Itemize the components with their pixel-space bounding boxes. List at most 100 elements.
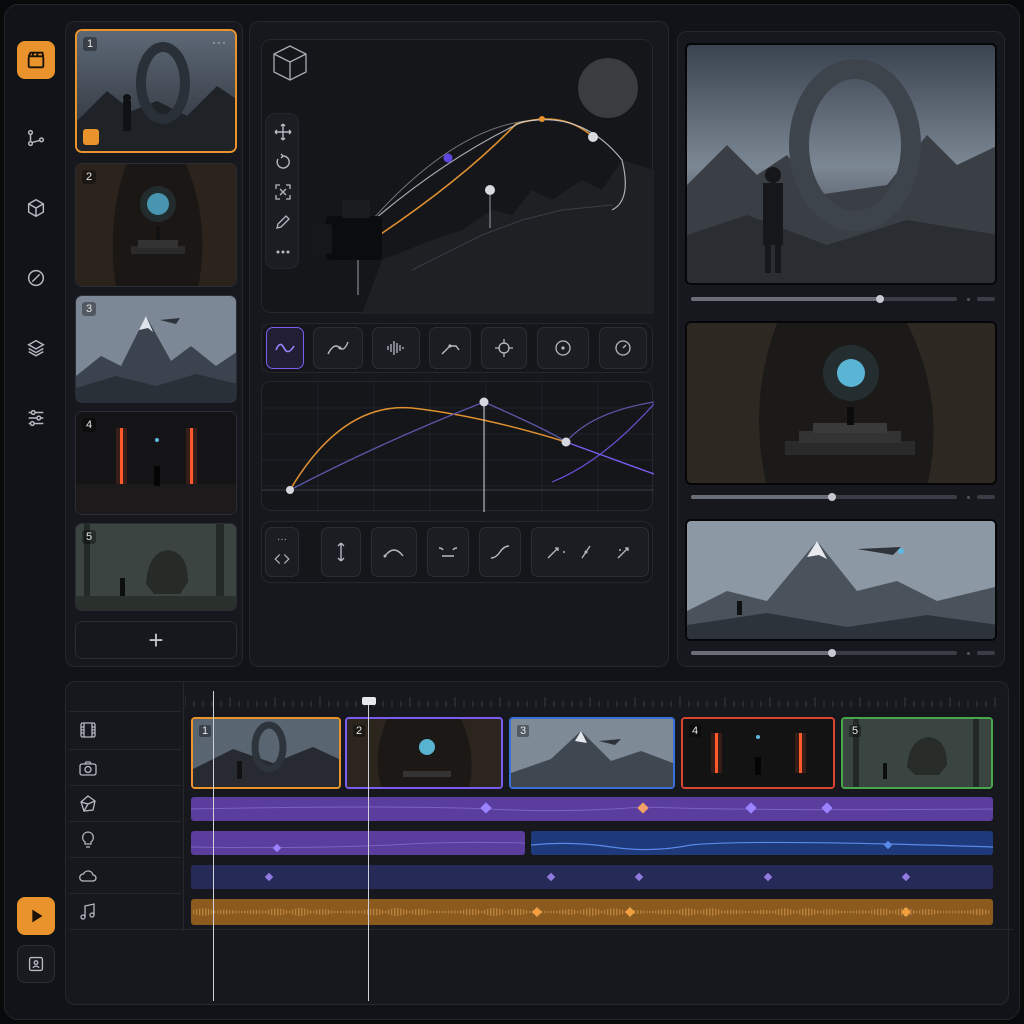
- arc-button[interactable]: [371, 527, 417, 577]
- spline-curve-button[interactable]: [313, 327, 363, 369]
- layers-icon[interactable]: [17, 329, 55, 367]
- portal-clip-thumbnail: [193, 719, 339, 787]
- audio-track[interactable]: [191, 899, 993, 925]
- audio-keyframe[interactable]: [625, 907, 635, 917]
- waveform-bar: [514, 908, 516, 916]
- waveform-bar: [793, 910, 795, 914]
- camera-icon[interactable]: [75, 755, 101, 781]
- cloud-icon[interactable]: [75, 863, 101, 889]
- shot-card-4[interactable]: 4: [75, 411, 237, 515]
- shot-card-3[interactable]: 3: [75, 295, 237, 403]
- waveform-bar: [967, 910, 969, 914]
- dial-icon: [615, 340, 631, 356]
- slash-circle-icon[interactable]: [17, 259, 55, 297]
- user-card-icon[interactable]: [17, 945, 55, 983]
- waveform-bar: [577, 910, 579, 914]
- waveform-bar: [724, 910, 726, 914]
- music-note-icon[interactable]: [75, 899, 101, 925]
- waveform-bar: [235, 910, 237, 914]
- lightbulb-icon[interactable]: [75, 827, 101, 853]
- more-icon[interactable]: [273, 242, 293, 262]
- audio-keyframe[interactable]: [532, 907, 542, 917]
- linear-path-button[interactable]: [429, 327, 471, 369]
- light-keyframe-track-b[interactable]: [530, 831, 994, 855]
- arc-icon: [383, 549, 404, 558]
- scrub-knob[interactable]: [827, 649, 836, 657]
- audio-keyframe[interactable]: [901, 907, 911, 917]
- path-nodes-icon[interactable]: [17, 119, 55, 157]
- waveform-bar: [451, 910, 453, 914]
- code-button[interactable]: ···: [265, 527, 299, 577]
- vertical-arrows-button[interactable]: [321, 527, 361, 577]
- polygon-icon[interactable]: [75, 791, 101, 817]
- timeline-divider: [183, 681, 184, 931]
- wave-curve-icon: [275, 343, 295, 353]
- waveform-bar: [580, 910, 582, 914]
- waveform-bar: [232, 910, 234, 914]
- target-button[interactable]: [481, 327, 527, 369]
- waveform-bar: [868, 910, 870, 914]
- play-button[interactable]: [17, 897, 55, 935]
- ease-flat-button[interactable]: [427, 527, 469, 577]
- waveform-bar: [898, 908, 900, 916]
- timeline-clip-3[interactable]: 3: [509, 717, 675, 789]
- sliders-icon[interactable]: [17, 399, 55, 437]
- waveform-bar: [346, 910, 348, 914]
- preview-frame-3: [685, 519, 997, 641]
- track-separator: [69, 785, 181, 786]
- scrub-dot: [967, 298, 970, 301]
- waveform-bar: [277, 908, 279, 916]
- preview-1-scrubber[interactable]: [691, 295, 957, 303]
- move-icon[interactable]: [273, 122, 293, 142]
- film-strip-icon[interactable]: [75, 717, 101, 743]
- wave-curve-button[interactable]: [266, 327, 304, 369]
- waveform-bar: [529, 910, 531, 914]
- light-keyframe-track-a[interactable]: [190, 831, 526, 855]
- playhead-handle[interactable]: [362, 697, 376, 705]
- waveform-bar: [637, 910, 639, 914]
- preview-3-scrubber[interactable]: [691, 649, 957, 657]
- waveform-bar: [769, 910, 771, 914]
- waveform-bar: [550, 910, 552, 914]
- waveform-bar: [832, 909, 834, 915]
- linear-path-icon: [441, 344, 460, 355]
- rotate-icon[interactable]: [273, 152, 293, 172]
- shot-number: 1: [83, 37, 98, 51]
- waveform-bar: [970, 909, 972, 915]
- pencil-icon[interactable]: [273, 212, 293, 232]
- handle-edit-group[interactable]: [531, 527, 649, 577]
- cube-icon[interactable]: [17, 189, 55, 227]
- shot-menu-icon[interactable]: ···: [212, 35, 227, 49]
- add-shot-button[interactable]: +: [75, 621, 237, 659]
- waveform-bar: [778, 909, 780, 915]
- scrub-knob[interactable]: [875, 295, 884, 303]
- playhead-line[interactable]: [368, 705, 369, 1001]
- cloud-keyframe-track[interactable]: [191, 865, 993, 889]
- preview-2-scrubber[interactable]: [691, 493, 957, 501]
- waveform-bar: [463, 909, 465, 915]
- waveform-bar: [439, 910, 441, 914]
- dial-button[interactable]: [599, 327, 647, 369]
- clapperboard-icon[interactable]: [17, 41, 55, 79]
- timeline-clip-4[interactable]: 4: [681, 717, 835, 789]
- timeline-clip-5[interactable]: 5: [841, 717, 993, 789]
- play-icon: [32, 909, 43, 923]
- waveform-bar: [610, 908, 612, 916]
- ease-s-curve-button[interactable]: [479, 527, 521, 577]
- waveform-bar: [256, 909, 258, 915]
- shot-card-5[interactable]: 5: [75, 523, 237, 611]
- waveform-bar: [847, 910, 849, 914]
- waveform-bar: [661, 909, 663, 915]
- polygon-keyframe-track[interactable]: [190, 797, 994, 821]
- scrub-knob[interactable]: [827, 493, 836, 501]
- circle-dot-button[interactable]: [537, 327, 589, 369]
- waveform-bar: [646, 910, 648, 914]
- shot-card-2[interactable]: 2: [75, 163, 237, 287]
- waveform-bar: [943, 910, 945, 914]
- audio-wave-button[interactable]: [372, 327, 420, 369]
- waveform-bar: [475, 909, 477, 915]
- waveform-bar: [655, 910, 657, 914]
- shot-card-1[interactable]: 1 ···: [75, 29, 237, 153]
- waveform-bar: [763, 909, 765, 915]
- focus-icon[interactable]: [273, 182, 293, 202]
